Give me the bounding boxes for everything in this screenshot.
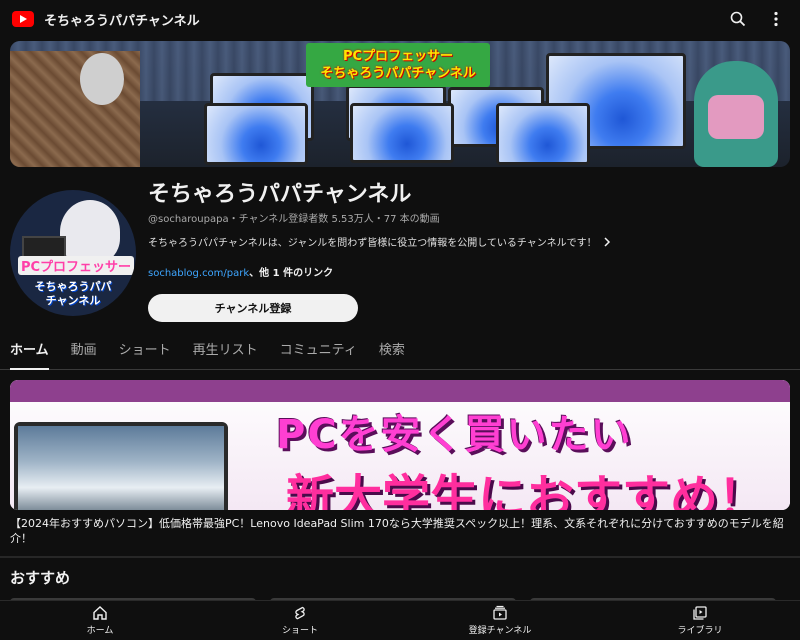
banner-sign-line1: PCプロフェッサー [342,49,454,64]
thumbnail-text-line2: 新大学生におすすめ！ [286,470,767,510]
nav-home[interactable]: ホーム [0,601,200,640]
topbar-channel-title: そちゃろうパパチャンネル [44,13,200,29]
channel-banner: PCプロフェッサー そちゃろうパパチャンネル [10,41,790,167]
tab-home[interactable]: ホーム [10,336,49,370]
nav-subscriptions-label: 登録チャンネル [468,626,532,636]
channel-avatar[interactable]: PCプロフェッサー そちゃろうパパ チャンネル [10,190,136,316]
nav-shorts-label: ショート [281,626,318,636]
channel-tabs: ホーム 動画 ショート 再生リスト コミュニティ 検索 [0,336,800,370]
tab-search[interactable]: 検索 [379,336,405,370]
nav-home-label: ホーム [86,626,114,636]
youtube-logo-icon[interactable] [12,11,34,27]
avatar-seal-illustration [60,200,120,264]
channel-meta: @socharoupapa・チャンネル登録者数 5.53万人・77 本の動画 [148,214,440,225]
tab-videos[interactable]: 動画 [71,336,97,370]
banner-laptop [350,103,454,163]
library-icon [693,606,707,620]
featured-video-title[interactable]: 【2024年おすすめパソコン】低価格帯最強PC！Lenovo IdeaPad S… [10,516,790,546]
banner-shark-plush [694,61,778,167]
more-options-icon[interactable] [766,9,786,29]
thumbnail-laptop [14,422,228,510]
banner-laptop [496,103,590,165]
channel-link-more[interactable]: 、他 1 件のリンク [249,268,333,279]
avatar-text-line3: チャンネル [45,294,101,307]
tab-shorts[interactable]: ショート [119,336,171,370]
nav-shorts[interactable]: ショート [200,601,400,640]
channel-name: そちゃろうパパチャンネル [148,182,412,207]
search-icon[interactable] [728,9,748,29]
bottom-navigation: ホーム ショート 登録チャンネル ライブラリ [0,600,800,640]
nav-subscriptions[interactable]: 登録チャンネル [400,601,600,640]
banner-person [10,51,140,167]
nav-library[interactable]: ライブラリ [600,601,800,640]
channel-description[interactable]: そちゃろうパパチャンネルは、ジャンルを問わず皆様に役立つ情報を公開しているチャン… [148,234,611,249]
home-icon [93,606,107,620]
channel-description-text: そちゃろうパパチャンネルは、ジャンルを問わず皆様に役立つ情報を公開しているチャン… [148,238,597,249]
chevron-right-icon [604,236,610,247]
banner-sign-line2: そちゃろうパパチャンネル [320,66,476,81]
top-app-bar: そちゃろうパパチャンネル [0,0,800,38]
thumbnail-text-line1: PCを安く買いたい [276,412,633,458]
tab-community[interactable]: コミュニティ [280,336,357,370]
subscribe-button[interactable]: チャンネル登録 [148,294,358,322]
banner-sign: PCプロフェッサー そちゃろうパパチャンネル [306,43,490,87]
banner-laptop [204,103,308,165]
channel-links: sochablog.com/park、他 1 件のリンク [148,264,333,279]
recommended-section-title: おすすめ [10,569,71,587]
channel-link[interactable]: sochablog.com/park [148,268,249,279]
tab-playlists[interactable]: 再生リスト [193,336,258,370]
subscriptions-icon [493,605,507,620]
banner-mask [80,53,124,105]
shorts-icon [295,606,305,620]
nav-library-label: ライブラリ [677,626,723,636]
topbar-actions [728,9,786,29]
section-divider [0,556,800,558]
featured-video-thumbnail[interactable]: PCを安く買いたい 新大学生におすすめ！ [10,380,790,510]
thumbnail-top-band [10,380,790,402]
avatar-text-line1: PCプロフェッサー [18,256,134,275]
